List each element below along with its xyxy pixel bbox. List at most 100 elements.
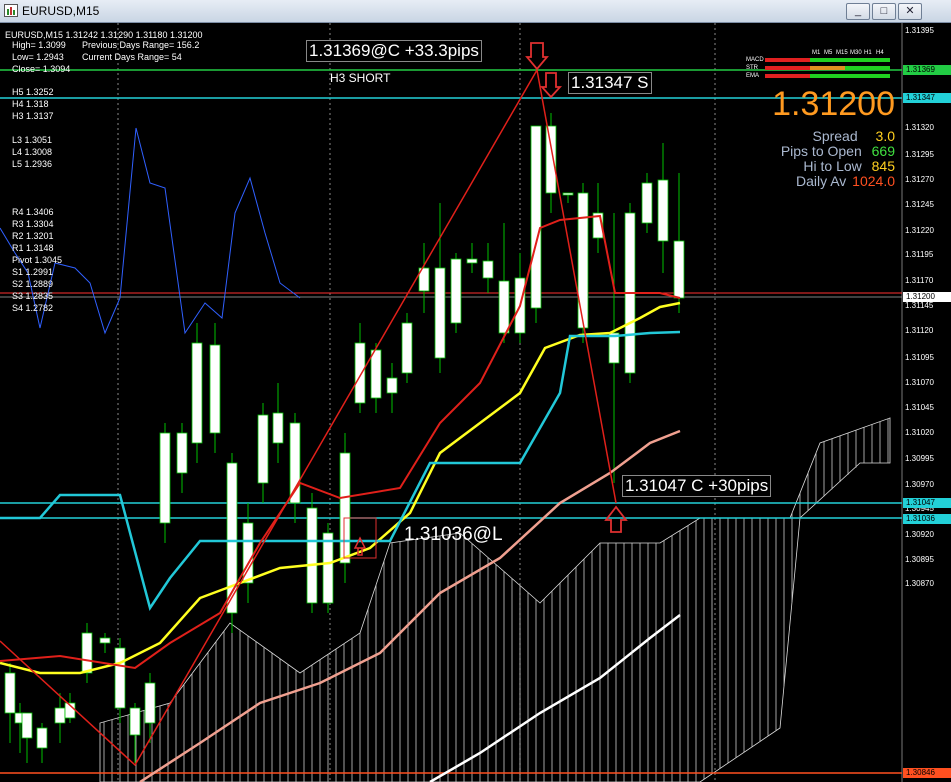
price-tick: 1.31295	[905, 150, 934, 159]
sell-arrow-icon	[539, 72, 563, 99]
minimize-button[interactable]: _	[846, 3, 870, 20]
candle-body	[159, 432, 171, 524]
ichimoku-cloud	[99, 417, 891, 782]
close-button[interactable]: ✕	[898, 3, 922, 20]
price-tick: 1.30970	[905, 480, 934, 489]
candle-body	[99, 637, 111, 644]
candle-body	[401, 322, 413, 374]
pips-label: Pips to Open	[780, 143, 862, 159]
price-tick: 1.31095	[905, 353, 934, 362]
timeframe-label: M5	[824, 50, 833, 56]
candle-body	[191, 342, 203, 444]
long-entry-label: 1.31036@L	[404, 524, 503, 545]
title-bar[interactable]: EURUSD,M15 _ □ ✕	[0, 0, 951, 23]
close-arrow-icon	[604, 505, 628, 533]
chart-window-icon	[4, 4, 18, 17]
info-high: High= 1.3099	[12, 40, 66, 50]
candle-body	[577, 192, 589, 329]
close-label[interactable]: 1.31047 C +30pips	[622, 475, 772, 497]
pivot-label: R4 1.3406	[12, 207, 54, 217]
candle-body	[370, 349, 382, 399]
restore-button[interactable]: □	[872, 3, 896, 20]
s-level-label[interactable]: 1.31347 S	[568, 72, 652, 94]
pivot-label: S2 1.2889	[12, 279, 54, 289]
pivot-label: R2 1.3201	[12, 231, 54, 241]
ema-salmon-line	[139, 429, 681, 782]
pivot-label: R1 1.3148	[12, 243, 54, 253]
price-tag: 1.31047	[903, 498, 951, 508]
price-tag: 1.30846	[903, 768, 951, 778]
price-tag: 1.31369	[903, 65, 951, 75]
chart-canvas[interactable]: EURUSD,M15 1.31242 1.31290 1.31180 1.312…	[0, 23, 951, 782]
price-tick: 1.31120	[905, 326, 934, 335]
price-tick: 1.31170	[905, 276, 934, 285]
candle-body	[242, 522, 254, 584]
spread-value: 3.0	[875, 128, 895, 144]
candle-body	[36, 727, 48, 749]
timeframe-label: M15	[836, 50, 848, 56]
daily-value: 1024.0	[852, 173, 895, 189]
pivot-label: Pivot 1.3045	[12, 255, 63, 265]
price-tick: 1.31220	[905, 226, 934, 235]
symbol-ohlc: EURUSD,M15 1.31242 1.31290 1.31180 1.312…	[5, 30, 203, 40]
candle-body	[354, 342, 366, 404]
level-label: L4 1.3008	[12, 147, 53, 157]
timeframe-label: H4	[876, 50, 884, 56]
level-label: H4 1.318	[12, 99, 49, 109]
price-tick: 1.31070	[905, 378, 934, 387]
price-tick: 1.31270	[905, 175, 934, 184]
candle-body	[81, 632, 93, 674]
price-tick: 1.30920	[905, 530, 934, 539]
pips-row: Pips to Open 669	[781, 144, 895, 159]
ema-white-line	[429, 614, 681, 782]
info-close: Close= 1.3094	[12, 64, 71, 74]
price-tick: 1.31145	[905, 301, 934, 310]
timeframe-label: H1	[864, 50, 872, 56]
pivot-label: S3 1.2835	[12, 291, 54, 301]
hilo-label: Hi to Low	[803, 158, 862, 174]
candle-body	[641, 182, 653, 224]
price-tick: 1.31195	[905, 250, 934, 259]
candle-body	[21, 712, 33, 739]
pivot-label: R3 1.3304	[12, 219, 54, 229]
h3-short-label: H3 SHORT	[330, 71, 391, 85]
indicator-row-label: MACD	[746, 57, 764, 63]
level-label: L5 1.2936	[12, 159, 53, 169]
price-tick: 1.31395	[905, 26, 934, 35]
timeframe-label: M30	[850, 50, 862, 56]
daily-row: Daily Av 1024.0	[796, 174, 895, 189]
price-tag: 1.31036	[903, 514, 951, 524]
price-tick: 1.30895	[905, 555, 934, 564]
spread-row: Spread 3.0	[812, 129, 895, 144]
indicator-row-label: EMA	[746, 73, 760, 79]
price-tag: 1.31347	[903, 93, 951, 103]
info-low: Low= 1.2943	[12, 52, 64, 62]
candle-body	[482, 260, 494, 279]
level-label: H3 1.3137	[12, 111, 54, 121]
pivot-label: S4 1.2782	[12, 303, 54, 313]
price-tick: 1.31245	[905, 200, 934, 209]
pivot-label: S1 1.2991	[12, 267, 54, 277]
hilo-value: 845	[871, 158, 895, 174]
indicator-row-label: STR	[746, 65, 758, 71]
candle-body	[322, 532, 334, 604]
candle-body	[176, 432, 188, 474]
price-tick: 1.30870	[905, 579, 934, 588]
price-chart[interactable]	[0, 23, 951, 782]
daily-label: Daily Av	[795, 173, 847, 189]
price-tick: 1.31020	[905, 428, 934, 437]
sell-arrow-icon	[525, 42, 549, 71]
info-prev-range: Previous Days Range= 156.2	[82, 40, 200, 50]
candle-body	[272, 412, 284, 444]
short-entry-label[interactable]: 1.31369@C +33.3pips	[306, 40, 482, 62]
candle-body	[4, 672, 16, 714]
candle-body	[434, 267, 446, 359]
candle-body	[386, 377, 398, 394]
hilo-row: Hi to Low 845	[803, 159, 895, 174]
candle-body	[498, 280, 510, 334]
window-title: EURUSD,M15	[22, 4, 100, 18]
candle-body	[144, 682, 156, 724]
price-tag: 1.31200	[903, 292, 951, 302]
level-label: L3 1.3051	[12, 135, 53, 145]
candle-body	[562, 192, 574, 196]
